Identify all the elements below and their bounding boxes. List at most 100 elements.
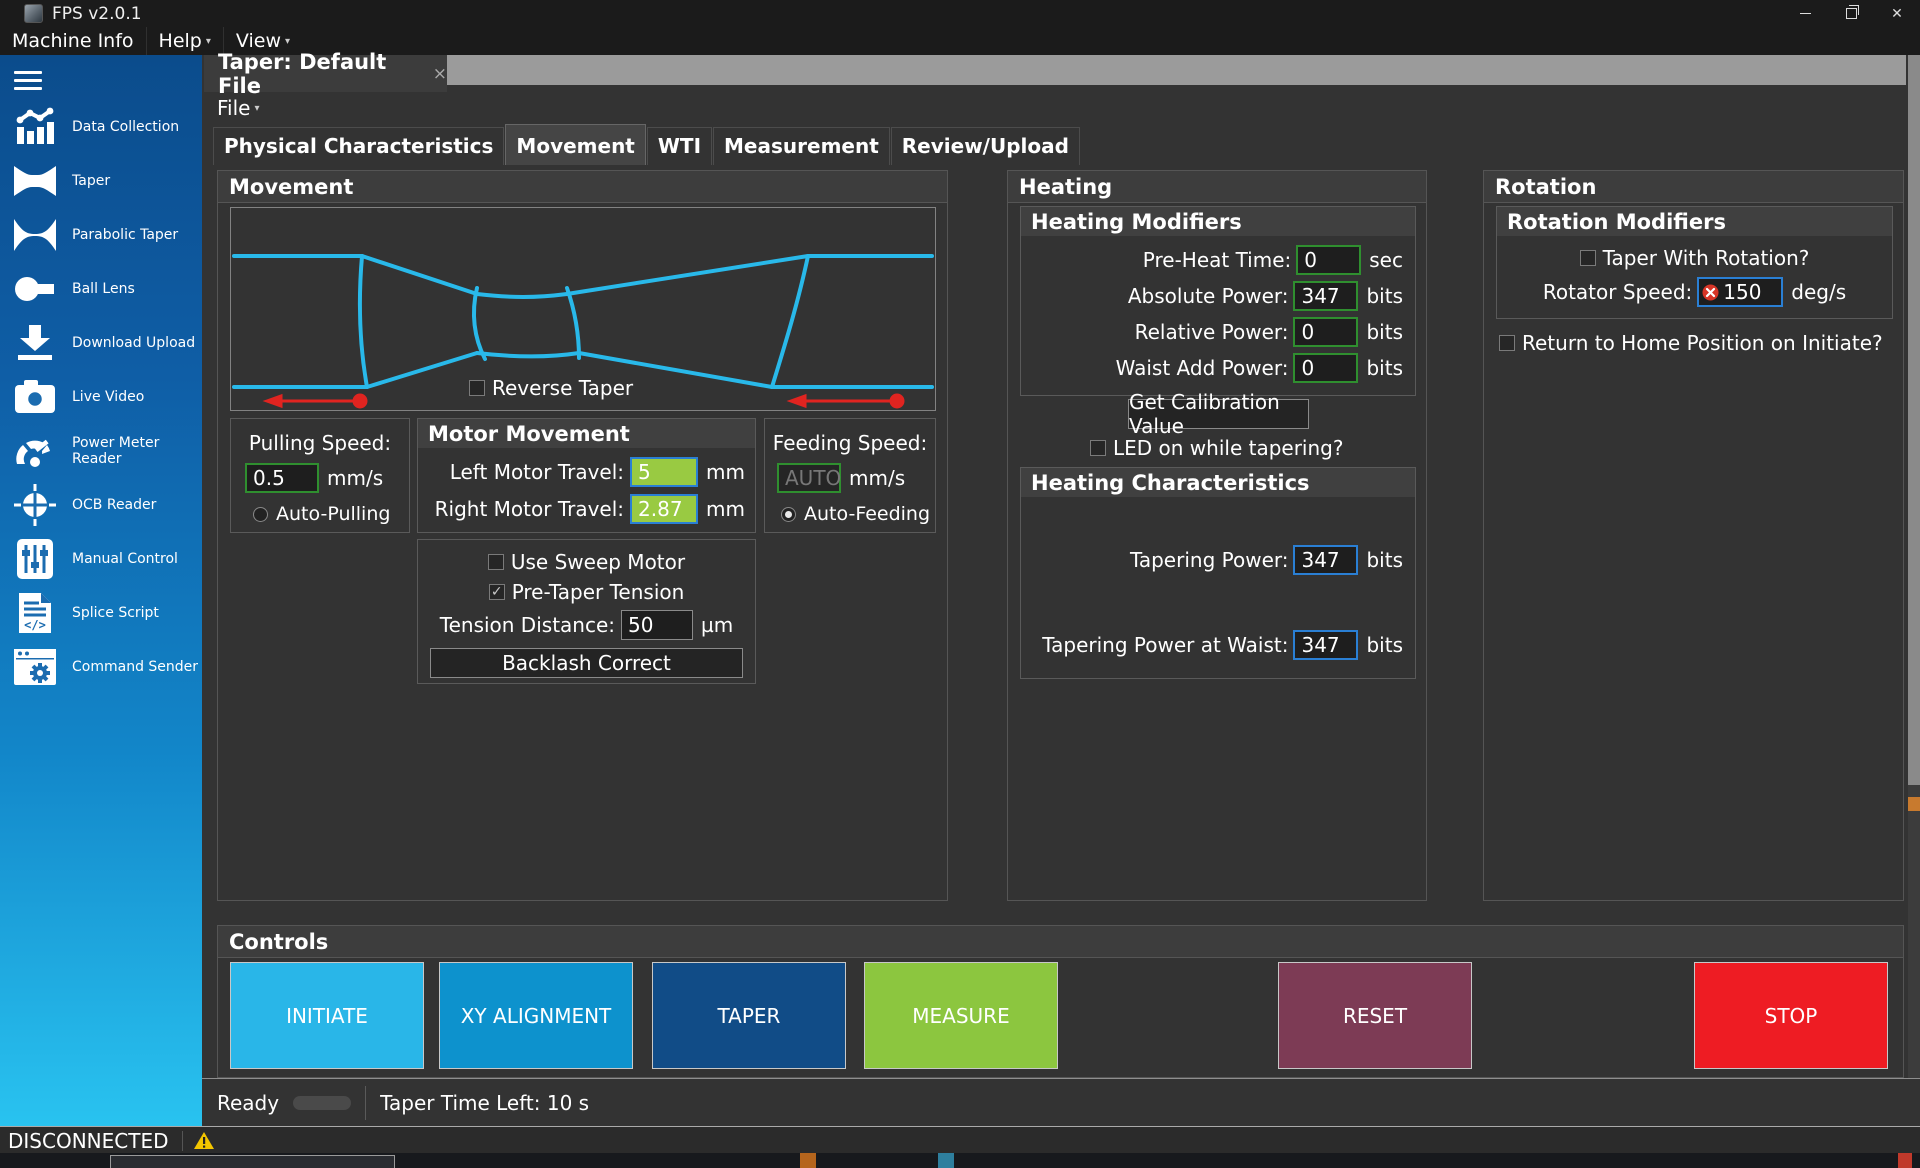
- disconnected-text: DISCONNECTED: [8, 1129, 168, 1153]
- taskbar-app-icon[interactable]: [1898, 1153, 1912, 1168]
- tab-measurement[interactable]: Measurement: [713, 127, 890, 165]
- backlash-correct-button[interactable]: Backlash Correct: [430, 648, 743, 678]
- return-home-checkbox[interactable]: [1499, 335, 1515, 351]
- initiate-button[interactable]: INITIATE: [230, 962, 424, 1069]
- controls-panel-title: Controls: [218, 926, 1903, 958]
- measure-button[interactable]: MEASURE: [864, 962, 1058, 1069]
- window-title: FPS v2.0.1: [52, 4, 142, 24]
- taskbar-app-icon[interactable]: [938, 1153, 954, 1168]
- tab-wti[interactable]: WTI: [647, 127, 712, 165]
- relative-power-input[interactable]: 0: [1293, 317, 1358, 347]
- pre-heat-time-input[interactable]: 0: [1296, 245, 1361, 275]
- taper-time-left-text: Taper Time Left: 10 s: [380, 1091, 589, 1115]
- sidebar-item-splice-script[interactable]: </> Splice Script: [0, 586, 202, 640]
- tapering-power-waist-input[interactable]: 347: [1293, 630, 1358, 660]
- taper-with-rotation-checkbox[interactable]: [1580, 250, 1596, 266]
- taper-button[interactable]: TAPER: [652, 962, 846, 1069]
- get-calibration-value-button[interactable]: Get Calibration Value: [1128, 399, 1309, 429]
- tapering-power-unit: bits: [1366, 548, 1403, 572]
- sidebar-item-taper[interactable]: Taper: [0, 154, 202, 208]
- heating-characteristics-title: Heating Characteristics: [1021, 468, 1415, 497]
- right-motor-travel-input[interactable]: 2.87: [630, 494, 698, 524]
- pulling-speed-label: Pulling Speed:: [231, 431, 409, 455]
- absolute-power-input[interactable]: 347: [1293, 281, 1358, 311]
- sidebar-item-command-sender[interactable]: Command Sender: [0, 640, 202, 694]
- feeding-speed-input[interactable]: AUTO: [777, 463, 841, 493]
- rotator-speed-label: Rotator Speed:: [1543, 280, 1692, 304]
- tab-physical-characteristics[interactable]: Physical Characteristics: [213, 127, 504, 165]
- left-motor-travel-input[interactable]: 5: [630, 457, 698, 487]
- sidebar-item-parabolic-taper[interactable]: Parabolic Taper: [0, 208, 202, 262]
- taskbar-search-box[interactable]: [110, 1155, 395, 1168]
- tapering-power-label: Tapering Power:: [1130, 548, 1289, 572]
- relative-power-unit: bits: [1366, 320, 1403, 344]
- auto-pulling-label: Auto-Pulling: [276, 503, 390, 525]
- sidebar-item-download-upload[interactable]: Download Upload: [0, 316, 202, 370]
- reverse-taper-checkbox[interactable]: [469, 380, 485, 396]
- motor-movement-box: Motor Movement Left Motor Travel: 5 mm R…: [417, 418, 756, 533]
- sidebar-item-power-meter-reader[interactable]: Power Meter Reader: [0, 424, 202, 478]
- use-sweep-motor-checkbox[interactable]: [488, 554, 504, 570]
- heating-panel: Heating Heating Modifiers Pre-Heat Time:…: [1007, 170, 1427, 901]
- file-menu[interactable]: File▾: [217, 96, 260, 120]
- waist-add-power-label: Waist Add Power:: [1116, 356, 1289, 380]
- warning-icon: [193, 1131, 215, 1150]
- auto-feeding-label: Auto-Feeding: [804, 503, 930, 525]
- led-while-tapering-checkbox[interactable]: [1090, 440, 1106, 456]
- sidebar: Data Collection Taper Parabolic Taper: [0, 55, 202, 1126]
- hamburger-menu-icon[interactable]: [14, 71, 42, 90]
- command-sender-icon: [12, 645, 58, 689]
- caret-down-icon: ▾: [254, 103, 259, 114]
- document-tab[interactable]: Taper: Default File ×: [204, 55, 447, 92]
- feeding-speed-label: Feeding Speed:: [765, 431, 935, 455]
- rotator-speed-input[interactable]: 150: [1697, 277, 1783, 307]
- app-icon: [24, 4, 43, 23]
- tab-close-icon[interactable]: ×: [433, 64, 447, 84]
- tapering-power-input[interactable]: 347: [1293, 545, 1358, 575]
- left-motor-travel-unit: mm: [706, 460, 745, 484]
- tapering-power-waist-unit: bits: [1366, 633, 1403, 657]
- caret-down-icon: ▾: [206, 36, 211, 47]
- reset-button[interactable]: RESET: [1278, 962, 1472, 1069]
- tab-review-upload[interactable]: Review/Upload: [891, 127, 1080, 165]
- os-taskbar[interactable]: [0, 1153, 1920, 1168]
- tapering-power-waist-label: Tapering Power at Waist:: [1042, 633, 1288, 657]
- xy-alignment-button[interactable]: XY ALIGNMENT: [439, 962, 633, 1069]
- absolute-power-label: Absolute Power:: [1128, 284, 1289, 308]
- movement-panel: Movement: [217, 170, 948, 901]
- menu-machine-info[interactable]: Machine Info: [0, 27, 147, 55]
- auto-pulling-radio[interactable]: [253, 507, 268, 522]
- restore-button[interactable]: [1828, 0, 1874, 27]
- sidebar-item-live-video[interactable]: Live Video: [0, 370, 202, 424]
- heating-modifiers-group: Heating Modifiers Pre-Heat Time: 0 sec A…: [1020, 206, 1416, 396]
- tab-movement[interactable]: Movement: [505, 124, 645, 165]
- taskbar-app-icon[interactable]: [800, 1153, 816, 1168]
- tension-distance-input[interactable]: 50: [621, 610, 693, 640]
- pre-heat-time-unit: sec: [1369, 248, 1403, 272]
- status-progress-bar: [293, 1096, 351, 1110]
- rotator-speed-unit: deg/s: [1791, 280, 1846, 304]
- sidebar-item-ball-lens[interactable]: Ball Lens: [0, 262, 202, 316]
- right-motor-travel-label: Right Motor Travel:: [435, 497, 624, 521]
- window-scrollbar[interactable]: [1908, 55, 1920, 1126]
- pulling-speed-input[interactable]: 0.5: [245, 463, 319, 493]
- return-home-row: Return to Home Position on Initiate?: [1499, 331, 1883, 355]
- heating-characteristics-group: Heating Characteristics Tapering Power: …: [1020, 467, 1416, 679]
- sidebar-item-data-collection[interactable]: Data Collection: [0, 100, 202, 154]
- caret-down-icon: ▾: [285, 36, 290, 47]
- sidebar-item-manual-control[interactable]: Manual Control: [0, 532, 202, 586]
- pre-taper-tension-checkbox[interactable]: ✓: [489, 584, 505, 600]
- sidebar-item-ocb-reader[interactable]: OCB Reader: [0, 478, 202, 532]
- auto-feeding-radio[interactable]: [781, 507, 796, 522]
- right-motor-travel-unit: mm: [706, 497, 745, 521]
- ball-lens-icon: [12, 267, 58, 311]
- tension-distance-unit: µm: [701, 613, 733, 637]
- minimize-button[interactable]: [1782, 0, 1828, 27]
- waist-add-power-input[interactable]: 0: [1293, 353, 1358, 383]
- use-sweep-motor-label: Use Sweep Motor: [511, 550, 685, 574]
- led-while-tapering-label: LED on while tapering?: [1113, 436, 1343, 460]
- close-button[interactable]: ✕: [1874, 0, 1920, 27]
- menu-help[interactable]: Help▾: [147, 27, 224, 55]
- stop-button[interactable]: STOP: [1694, 962, 1888, 1069]
- reverse-taper-row: Reverse Taper: [469, 376, 633, 400]
